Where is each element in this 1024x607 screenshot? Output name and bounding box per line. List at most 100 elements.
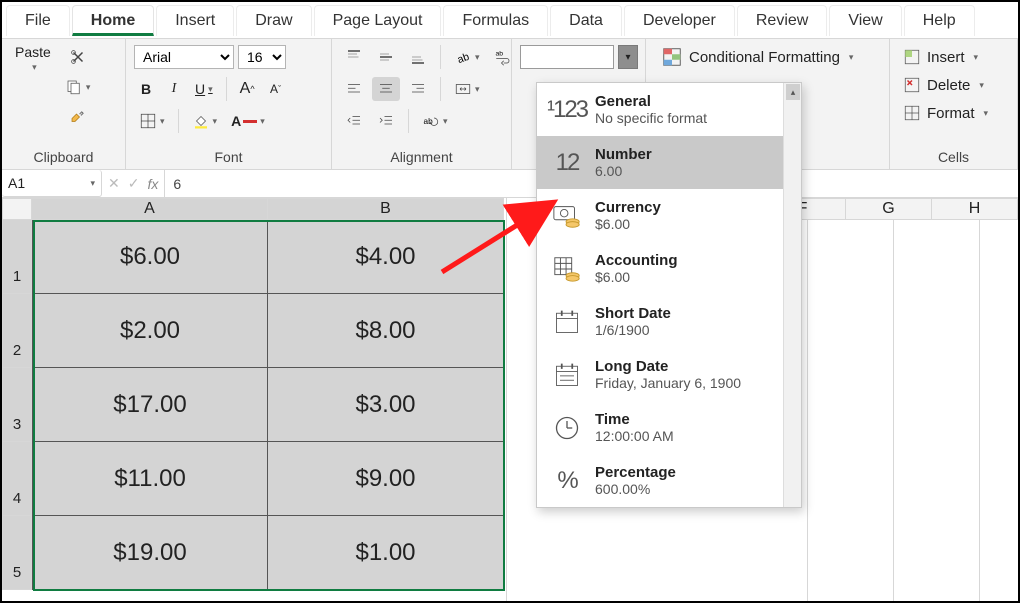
orientation-button[interactable]: ab [449,45,485,69]
tab-developer[interactable]: Developer [624,5,735,36]
align-middle-button[interactable] [372,45,400,69]
format-sub: 6.00 [595,163,652,179]
conditional-formatting-label: Conditional Formatting [689,49,840,66]
fill-color-button[interactable] [187,109,223,133]
group-font: Arial 16 B I U A^ Aˇ [126,39,332,169]
format-title: Long Date [595,358,741,375]
dropdown-scrollbar[interactable]: ▴ [783,83,801,507]
copy-icon [65,78,83,96]
delete-cells-icon [903,76,921,94]
format-painter-button[interactable] [60,105,96,129]
tab-help[interactable]: Help [904,5,975,36]
row-header[interactable]: 5 [2,516,32,590]
cell[interactable]: $4.00 [268,220,504,294]
borders-button[interactable] [134,109,170,133]
decrease-font-button[interactable]: Aˇ [264,77,288,101]
align-right-icon [409,80,427,98]
tab-data[interactable]: Data [550,5,622,36]
cell[interactable]: $17.00 [32,368,268,442]
paste-button[interactable]: Paste [10,45,56,69]
font-color-button[interactable]: A [226,109,270,133]
format-option-time[interactable]: Time12:00:00 AM [537,401,801,454]
column-header-g[interactable]: G [846,198,932,220]
format-title: General [595,93,707,110]
format-option-long-date[interactable]: Long DateFriday, January 6, 1900 [537,348,801,401]
row-header[interactable]: 2 [2,294,32,368]
column-header-b[interactable]: B [268,198,504,220]
tab-insert[interactable]: Insert [156,5,234,36]
separator [408,109,409,133]
rotate-text-button[interactable]: ab [417,109,453,133]
format-cells-icon [903,104,921,122]
format-option-currency[interactable]: Currency$6.00 [537,189,801,242]
insert-cells-button[interactable]: Insert [898,45,983,69]
cell[interactable]: $1.00 [268,516,504,590]
cut-button[interactable] [60,45,96,69]
fx-button[interactable]: fx [147,176,158,192]
delete-label: Delete [927,77,970,94]
tab-formulas[interactable]: Formulas [443,5,548,36]
format-option-number[interactable]: 12 Number6.00 [537,136,801,189]
font-name-select[interactable]: Arial [134,45,234,69]
cell[interactable]: $6.00 [32,220,268,294]
cell[interactable]: $9.00 [268,442,504,516]
row-header[interactable]: 4 [2,442,32,516]
delete-cells-button[interactable]: Delete [898,73,989,97]
underline-button[interactable]: U [190,77,218,101]
copy-button[interactable] [60,75,96,99]
name-box[interactable]: A1 [2,170,102,197]
align-top-button[interactable] [340,45,368,69]
align-center-icon [377,80,395,98]
tab-home[interactable]: Home [72,5,154,36]
cell[interactable]: $11.00 [32,442,268,516]
font-size-select[interactable]: 16 [238,45,286,69]
align-left-button[interactable] [340,77,368,101]
select-all-corner[interactable] [2,198,32,220]
column-header-h[interactable]: H [932,198,1018,220]
number-format-display[interactable] [520,45,614,69]
separator [226,77,227,101]
clock-icon [551,412,583,444]
italic-button[interactable]: I [162,77,186,101]
tab-draw[interactable]: Draw [236,5,311,36]
align-right-button[interactable] [404,77,432,101]
cancel-formula-button[interactable]: ✕ [108,175,120,192]
tab-page-layout[interactable]: Page Layout [314,5,442,36]
cell[interactable]: $19.00 [32,516,268,590]
group-clipboard: Paste Clipboard [2,39,126,169]
cell[interactable]: $2.00 [32,294,268,368]
format-label: Format [927,105,975,122]
cell[interactable]: $3.00 [268,368,504,442]
format-title: Accounting [595,252,678,269]
column-header-a[interactable]: A [32,198,268,220]
align-bottom-button[interactable] [404,45,432,69]
bold-button[interactable]: B [134,77,158,101]
svg-text:ab: ab [495,51,503,58]
increase-font-button[interactable]: A^ [235,77,260,101]
format-option-general[interactable]: ¹123 GeneralNo specific format [537,83,801,136]
format-option-percentage[interactable]: % Percentage600.00% [537,454,801,507]
row-header[interactable]: 1 [2,220,32,294]
app-window: File Home Insert Draw Page Layout Formul… [0,0,1020,603]
format-cells-button[interactable]: Format [898,101,993,125]
number-format-dropdown: ▴ ¹123 GeneralNo specific format 12 Numb… [536,82,802,508]
format-title: Number [595,146,652,163]
row-header[interactable]: 3 [2,368,32,442]
tab-file[interactable]: File [6,5,70,36]
increase-indent-button[interactable] [372,109,400,133]
conditional-formatting-button[interactable]: Conditional Formatting [654,45,860,69]
tab-review[interactable]: Review [737,5,827,36]
format-option-accounting[interactable]: Accounting $6.00 [537,242,801,295]
align-center-button[interactable] [372,77,400,101]
increase-indent-icon [377,112,395,130]
decrease-indent-button[interactable] [340,109,368,133]
wrap-text-icon: ab [494,48,512,66]
formula-bar: A1 ✕ ✓ fx 6 [2,170,1018,198]
cell[interactable]: $8.00 [268,294,504,368]
format-sub: 1/6/1900 [595,322,671,338]
enter-formula-button[interactable]: ✓ [128,175,140,192]
merge-button[interactable] [449,77,485,101]
tab-view[interactable]: View [829,5,901,36]
number-format-dropdown-button[interactable] [618,45,638,69]
format-option-short-date[interactable]: Short Date1/6/1900 [537,295,801,348]
